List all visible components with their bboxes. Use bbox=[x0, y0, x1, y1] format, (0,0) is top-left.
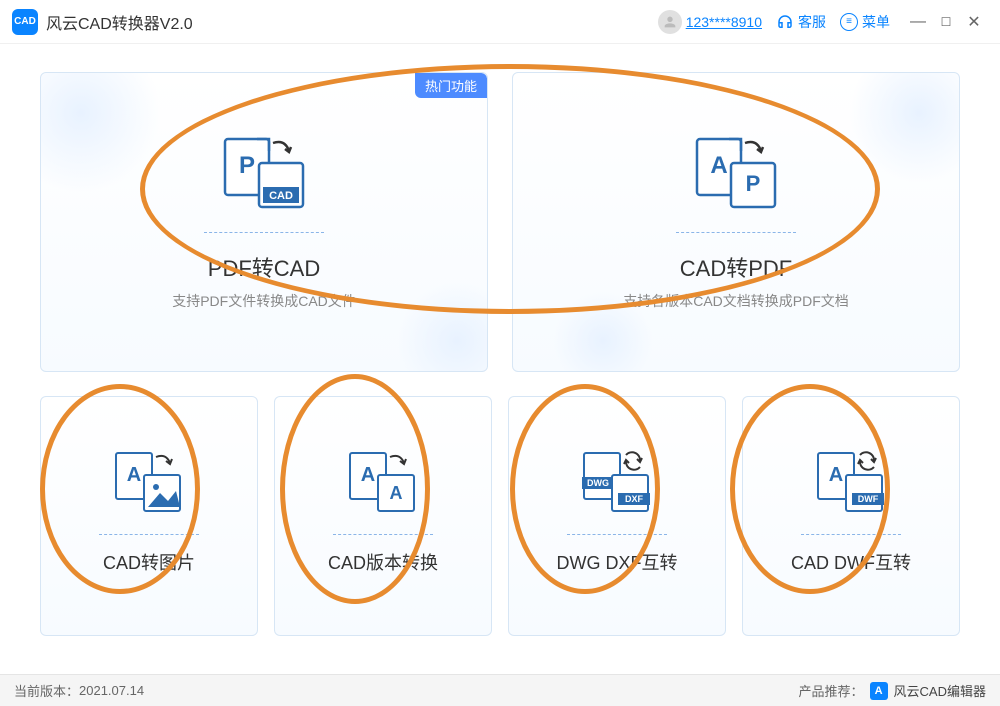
divider bbox=[567, 534, 667, 535]
card-subtitle: 支持PDF文件转换成CAD文件 bbox=[172, 291, 356, 311]
divider bbox=[676, 232, 796, 233]
support-button[interactable]: 客服 bbox=[776, 12, 826, 32]
card-title: CAD转图片 bbox=[103, 549, 195, 575]
recommend-product-link[interactable]: 风云CAD编辑器 bbox=[894, 681, 986, 700]
svg-text:DWF: DWF bbox=[858, 494, 879, 504]
svg-text:A: A bbox=[361, 464, 375, 486]
recommend-product-icon: A bbox=[870, 682, 888, 700]
svg-text:A: A bbox=[127, 464, 141, 486]
card-title: DWG DXF互转 bbox=[557, 549, 678, 575]
maximize-button[interactable]: ☐ bbox=[932, 8, 960, 36]
svg-text:CAD: CAD bbox=[269, 190, 293, 202]
divider bbox=[204, 232, 324, 233]
hot-badge: 热门功能 bbox=[415, 73, 487, 98]
status-bar: 当前版本： 2021.07.14 产品推荐： A 风云CAD编辑器 bbox=[0, 674, 1000, 706]
titlebar: CAD 风云CAD转换器V2.0 123****8910 客服 ≡ 菜单 — ☐… bbox=[0, 0, 1000, 44]
svg-text:P: P bbox=[239, 152, 255, 179]
svg-text:DWG: DWG bbox=[587, 478, 609, 488]
card-cad-dwf-convert[interactable]: A DWF CAD DWF互转 bbox=[742, 396, 960, 636]
card-title: PDF转CAD bbox=[208, 251, 320, 283]
user-id-link[interactable]: 123****8910 bbox=[686, 14, 762, 30]
card-title: CAD转PDF bbox=[680, 251, 792, 283]
divider bbox=[801, 534, 901, 535]
svg-text:A: A bbox=[829, 464, 843, 486]
cad-dwf-icon: A DWF bbox=[814, 449, 888, 522]
card-cad-version-convert[interactable]: A A CAD版本转换 bbox=[274, 396, 492, 636]
pdf-to-cad-icon: P CAD bbox=[219, 133, 309, 218]
top-cards-row: 热门功能 P CAD PDF转CAD 支持PDF文件转换成CAD文 bbox=[40, 72, 960, 372]
cad-to-pdf-icon: A P bbox=[691, 133, 781, 218]
version-label: 当前版本： bbox=[14, 681, 79, 700]
card-cad-to-image[interactable]: A CAD转图片 bbox=[40, 396, 258, 636]
menu-button[interactable]: ≡ 菜单 bbox=[840, 12, 890, 32]
card-title: CAD DWF互转 bbox=[791, 549, 911, 575]
bottom-cards-row: A CAD转图片 A bbox=[40, 396, 960, 636]
app-title: 风云CAD转换器V2.0 bbox=[46, 10, 193, 34]
svg-text:P: P bbox=[746, 171, 761, 196]
card-dwg-dxf-convert[interactable]: DWG DXF DWG DXF互转 bbox=[508, 396, 726, 636]
svg-text:A: A bbox=[710, 152, 727, 179]
close-button[interactable]: ✕ bbox=[960, 8, 988, 36]
app-logo-icon: CAD bbox=[12, 9, 38, 35]
svg-text:A: A bbox=[390, 483, 403, 503]
cad-version-icon: A A bbox=[346, 449, 420, 522]
content-area: 热门功能 P CAD PDF转CAD 支持PDF文件转换成CAD文 bbox=[0, 44, 1000, 674]
headset-icon bbox=[776, 13, 794, 31]
minimize-button[interactable]: — bbox=[904, 8, 932, 36]
menu-icon: ≡ bbox=[840, 13, 858, 31]
divider bbox=[333, 534, 433, 535]
menu-label: 菜单 bbox=[862, 12, 890, 32]
svg-text:DXF: DXF bbox=[625, 494, 644, 504]
dwg-dxf-icon: DWG DXF bbox=[580, 449, 654, 522]
user-avatar-icon[interactable] bbox=[658, 10, 682, 34]
card-cad-to-pdf[interactable]: A P CAD转PDF 支持各版本CAD文档转换成PDF文档 bbox=[512, 72, 960, 372]
divider bbox=[99, 534, 199, 535]
version-value: 2021.07.14 bbox=[79, 683, 144, 698]
card-subtitle: 支持各版本CAD文档转换成PDF文档 bbox=[623, 291, 849, 311]
support-label: 客服 bbox=[798, 12, 826, 32]
cad-to-image-icon: A bbox=[112, 449, 186, 522]
recommend-label: 产品推荐： bbox=[799, 681, 864, 700]
card-title: CAD版本转换 bbox=[328, 549, 438, 575]
card-pdf-to-cad[interactable]: 热门功能 P CAD PDF转CAD 支持PDF文件转换成CAD文 bbox=[40, 72, 488, 372]
app-window: CAD 风云CAD转换器V2.0 123****8910 客服 ≡ 菜单 — ☐… bbox=[0, 0, 1000, 706]
